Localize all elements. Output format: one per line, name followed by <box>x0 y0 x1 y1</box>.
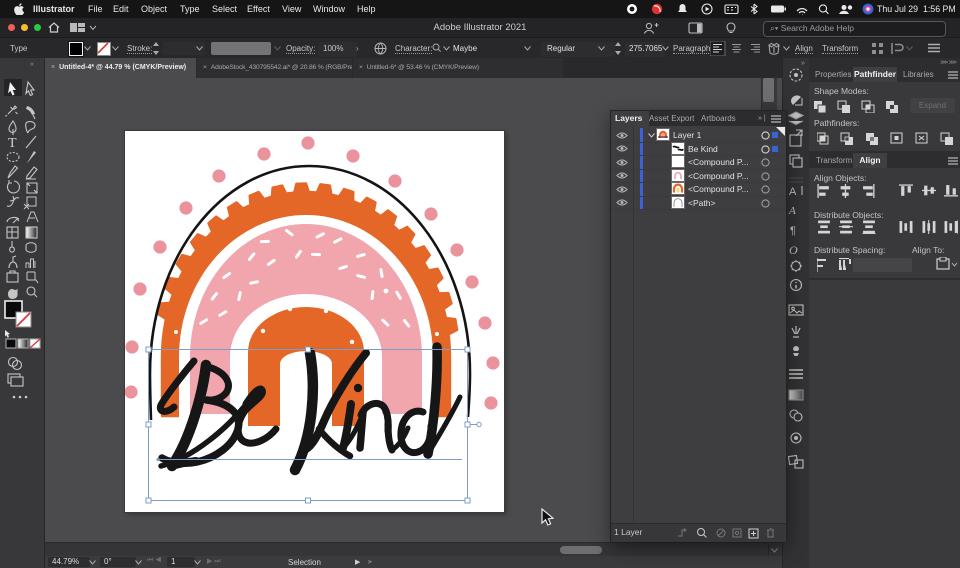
svg-text:¶: ¶ <box>790 225 796 237</box>
svg-text:«: « <box>30 61 34 68</box>
svg-text:T: T <box>8 136 17 151</box>
svg-text:A: A <box>789 186 797 198</box>
svg-text:A: A <box>788 205 796 217</box>
svg-text:O: O <box>789 243 798 257</box>
svg-text:»: » <box>801 60 805 67</box>
